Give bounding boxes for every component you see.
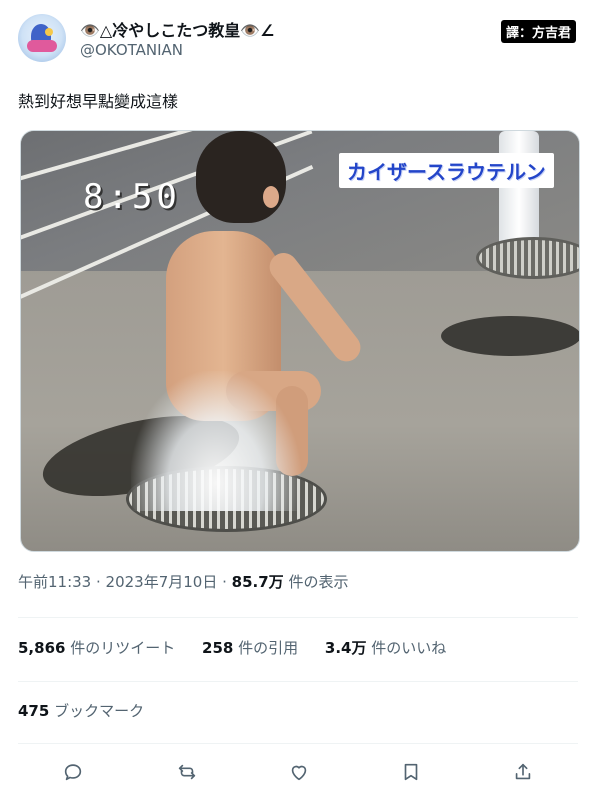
retweet-icon [178,764,196,780]
tweet-meta: 午前11:33 · 2023年7月10日 · 85.7万 件の表示 [18,571,348,592]
likes-stat[interactable]: 3.4万 件のいいね [325,639,446,657]
photo-time-overlay: 8:50 [83,177,181,217]
views-count: 85.7万 [231,573,284,591]
divider [18,743,578,744]
reply-icon [64,764,82,781]
tweet-time[interactable]: 午前11:33 [18,573,91,591]
bookmarks-stat[interactable]: 475 ブックマーク [18,700,144,721]
photo-drain-grate [476,237,579,279]
tweet-header: 👁️△冷やしこたつ教皇👁️∠ @OKOTANIAN 譯：方吉君 [18,10,580,66]
divider [18,681,578,682]
bookmark-button[interactable] [396,757,426,787]
quotes-stat[interactable]: 258 件の引用 [202,639,298,657]
views-label: 件の表示 [283,573,349,591]
like-button[interactable] [284,757,314,787]
heart-icon [291,765,307,781]
photo-child-head [196,131,286,223]
divider [18,617,578,618]
display-name[interactable]: 👁️△冷やしこたつ教皇👁️∠ [80,17,275,41]
bookmark-icon [404,763,418,781]
share-icon [515,763,531,780]
meta-separator: · [91,573,106,591]
retweets-stat[interactable]: 5,866 件のリツイート [18,639,175,657]
tweet-photo[interactable]: 8:50 カイザースラウテルン [20,130,580,552]
reply-button[interactable] [58,757,88,787]
translator-badge: 譯：方吉君 [500,20,576,43]
quotes-count: 258 [202,639,234,657]
tweet-date[interactable]: 2023年7月10日 [106,573,218,591]
share-button[interactable] [508,757,538,787]
avatar-accent [27,40,57,52]
photo-caption-overlay: カイザースラウテルン [339,153,554,188]
bookmarks-label: ブックマーク [49,702,145,720]
tweet-text: 熱到好想早點變成這樣 [18,92,179,111]
retweets-label: 件のリツイート [65,639,176,657]
photo-water-splash [131,371,301,511]
photo-child-ear [263,186,279,208]
likes-label: 件のいいね [366,639,447,657]
avatar[interactable] [18,14,66,62]
quotes-label: 件の引用 [233,639,299,657]
avatar-dot [45,28,53,36]
retweets-count: 5,866 [18,639,66,657]
user-handle[interactable]: @OKOTANIAN [80,41,183,59]
photo-shadow [441,316,579,356]
tweet-stats: 5,866 件のリツイート 258 件の引用 3.4万 件のいいね [18,637,468,658]
likes-count: 3.4万 [324,639,367,657]
meta-separator: · [217,573,232,591]
tweet-actions [58,757,548,787]
retweet-button[interactable] [172,757,202,787]
bookmarks-count: 475 [18,702,50,720]
